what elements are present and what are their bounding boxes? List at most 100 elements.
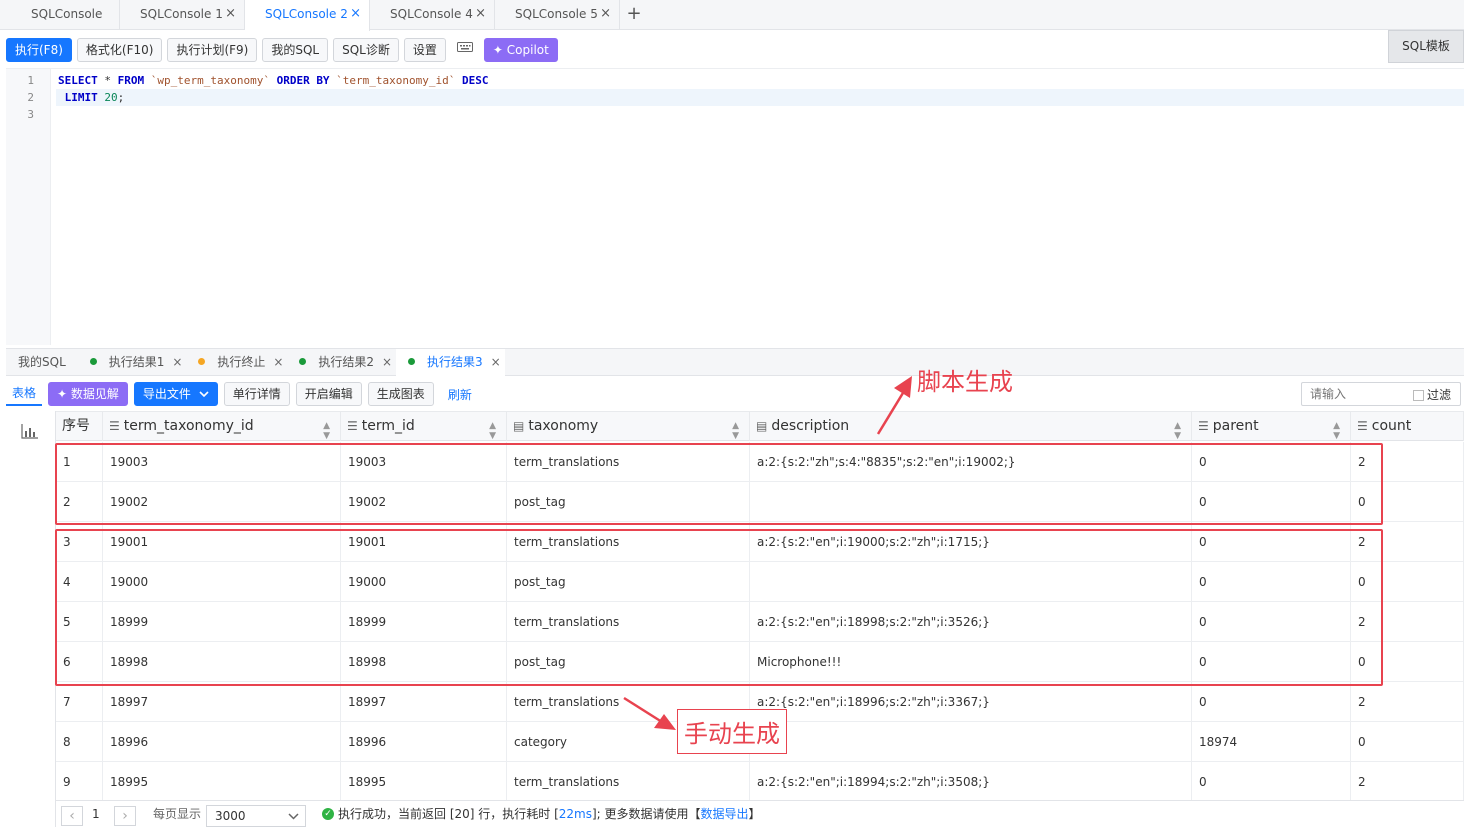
generate-chart-button[interactable]: 生成图表	[367, 382, 434, 406]
status-dot-icon	[299, 358, 307, 365]
my-sql-button[interactable]: 我的SQL	[262, 38, 329, 62]
annotation-arrow-icon	[876, 376, 912, 435]
table-cell[interactable]: 18997	[341, 682, 507, 721]
close-icon[interactable]: ×	[600, 0, 611, 28]
sort-icon[interactable]: ▲ ▼	[323, 412, 330, 441]
result-tab-label: 执行终止	[217, 355, 266, 369]
console-tab[interactable]: SQLConsole 5 ×	[495, 0, 620, 30]
line-number-gutter: 1 2 3	[6, 69, 51, 345]
next-page-button[interactable]: ›	[114, 806, 136, 826]
result-side-panel	[6, 411, 56, 827]
table-cell[interactable]: 7	[56, 682, 103, 721]
export-file-button[interactable]: 导出文件	[133, 382, 218, 406]
table-cell[interactable]: 18996	[103, 722, 341, 761]
code-area[interactable]: SELECT * FROM `wp_term_taxonomy` ORDER B…	[56, 72, 1464, 123]
sql-template-button[interactable]: SQL模板	[1388, 30, 1464, 63]
copilot-label: Copilot	[506, 43, 549, 57]
sort-icon[interactable]: ▲ ▼	[732, 412, 739, 441]
list-type-icon: ☰	[347, 419, 358, 433]
settings-button[interactable]: 设置	[403, 38, 446, 62]
status-text: ]; 更多数据请使用【	[591, 807, 701, 821]
sort-icon[interactable]: ▲ ▼	[1333, 412, 1340, 441]
close-icon[interactable]: ×	[172, 349, 182, 375]
column-header[interactable]: ☰ term_id ▲ ▼	[341, 412, 507, 441]
line-number: 1	[27, 74, 34, 87]
enable-edit-button[interactable]: 开启编辑	[295, 382, 362, 406]
table-cell[interactable]: 8	[56, 722, 103, 761]
bar-chart-icon[interactable]	[21, 423, 39, 442]
format-button[interactable]: 格式化(F10)	[76, 38, 163, 62]
status-dot-icon	[408, 358, 416, 365]
per-page-value: 3000	[215, 809, 246, 823]
row-detail-button[interactable]: 单行详情	[223, 382, 290, 406]
console-tab[interactable]: SQLConsole 2 ×	[245, 0, 370, 31]
prev-page-button[interactable]: ‹	[61, 806, 83, 826]
console-tab[interactable]: SQLConsole 4 ×	[370, 0, 495, 30]
per-page-select[interactable]: 3000	[206, 805, 306, 827]
result-toolbar: 表格 ✦ 数据见解 导出文件 单行详情 开启编辑 生成图表 刷新	[6, 382, 480, 406]
data-export-link[interactable]: 数据导出	[701, 807, 749, 821]
result-tab-bar: 我的SQL 执行结果1 × 执行终止 × 执行结果2 × 执行结果3 ×	[6, 348, 1464, 376]
result-tab[interactable]: 我的SQL	[6, 349, 78, 376]
table-cell[interactable]: 0	[1192, 682, 1351, 721]
code-line-1: SELECT * FROM `wp_term_taxonomy` ORDER B…	[58, 74, 489, 87]
column-header-label: description	[771, 418, 850, 434]
console-tab[interactable]: SQLConsole	[0, 0, 120, 30]
sort-icon[interactable]: ▲ ▼	[1174, 412, 1181, 441]
table-cell[interactable]: a:2:{s:2:"en";i:18994;s:2:"zh";i:3508;}	[750, 762, 1192, 801]
console-tab[interactable]: SQLConsole 1 ×	[120, 0, 245, 30]
refresh-link[interactable]: 刷新	[440, 386, 480, 403]
table-cell[interactable]	[750, 722, 1192, 761]
close-icon[interactable]: ×	[273, 349, 283, 375]
tab-label: SQLConsole 1	[140, 7, 223, 21]
close-icon[interactable]: ×	[491, 349, 501, 375]
table-cell[interactable]: 9	[56, 762, 103, 801]
table-cell[interactable]: 18974	[1192, 722, 1351, 761]
filter-checkbox[interactable]: 过滤	[1413, 386, 1451, 403]
table-cell[interactable]: 2	[1351, 762, 1464, 801]
execution-plan-button[interactable]: 执行计划(F9)	[167, 38, 258, 62]
status-text: 】	[748, 807, 761, 821]
column-header[interactable]: ▤ description ▲ ▼	[750, 412, 1192, 441]
table-cell[interactable]: 18997	[103, 682, 341, 721]
sort-icon[interactable]: ▲ ▼	[489, 412, 496, 441]
table-row[interactable]: 9 18995 18995 term_translations a:2:{s:2:"en…	[56, 762, 1464, 802]
tab-label: SQLConsole 4	[390, 7, 473, 21]
table-cell[interactable]: 18995	[341, 762, 507, 801]
tab-label: SQLConsole 5	[515, 7, 598, 21]
table-cell[interactable]: 18996	[341, 722, 507, 761]
result-tab-label: 执行结果1	[108, 355, 165, 369]
checkbox-icon	[1413, 390, 1424, 401]
table-cell[interactable]: a:2:{s:2:"en";i:18996;s:2:"zh";i:3367;}	[750, 682, 1192, 721]
sql-editor[interactable]: 1 2 3 SELECT * FROM `wp_term_taxonomy` O…	[6, 68, 1464, 345]
result-tab[interactable]: 执行结果1 ×	[78, 349, 187, 376]
table-cell[interactable]: 0	[1351, 722, 1464, 761]
add-tab-icon[interactable]: +	[620, 0, 648, 29]
script-generated-highlight	[55, 443, 1383, 525]
result-tab[interactable]: 执行结果3 ×	[396, 349, 505, 376]
table-cell[interactable]: term_translations	[507, 762, 750, 801]
column-header[interactable]: 序号	[56, 412, 103, 441]
table-cell[interactable]: 18995	[103, 762, 341, 801]
table-cell[interactable]: 2	[1351, 682, 1464, 721]
table-cell[interactable]: 0	[1192, 762, 1351, 801]
data-insight-button[interactable]: ✦ 数据见解	[48, 382, 128, 406]
close-icon[interactable]: ×	[475, 0, 486, 28]
sql-diagnose-button[interactable]: SQL诊断	[333, 38, 399, 62]
execute-button[interactable]: 执行(F8)	[6, 38, 72, 62]
result-tab[interactable]: 执行结果2 ×	[287, 349, 396, 376]
result-tab[interactable]: 执行终止 ×	[186, 349, 287, 376]
text-type-icon: ▤	[756, 419, 768, 433]
close-icon[interactable]: ×	[225, 0, 236, 28]
column-header[interactable]: ☰ count	[1351, 412, 1464, 441]
column-header[interactable]: ▤ taxonomy ▲ ▼	[507, 412, 750, 441]
search-input[interactable]	[1302, 383, 1410, 405]
keyboard-icon[interactable]	[451, 38, 479, 62]
copilot-button[interactable]: ✦ Copilot	[483, 38, 558, 62]
close-icon[interactable]: ×	[350, 0, 361, 28]
close-icon[interactable]: ×	[382, 349, 392, 375]
table-view-tab[interactable]: 表格	[6, 382, 43, 406]
list-type-icon: ☰	[109, 419, 120, 433]
column-header[interactable]: ☰ term_taxonomy_id ▲ ▼	[103, 412, 341, 441]
column-header[interactable]: ☰ parent ▲ ▼	[1192, 412, 1351, 441]
